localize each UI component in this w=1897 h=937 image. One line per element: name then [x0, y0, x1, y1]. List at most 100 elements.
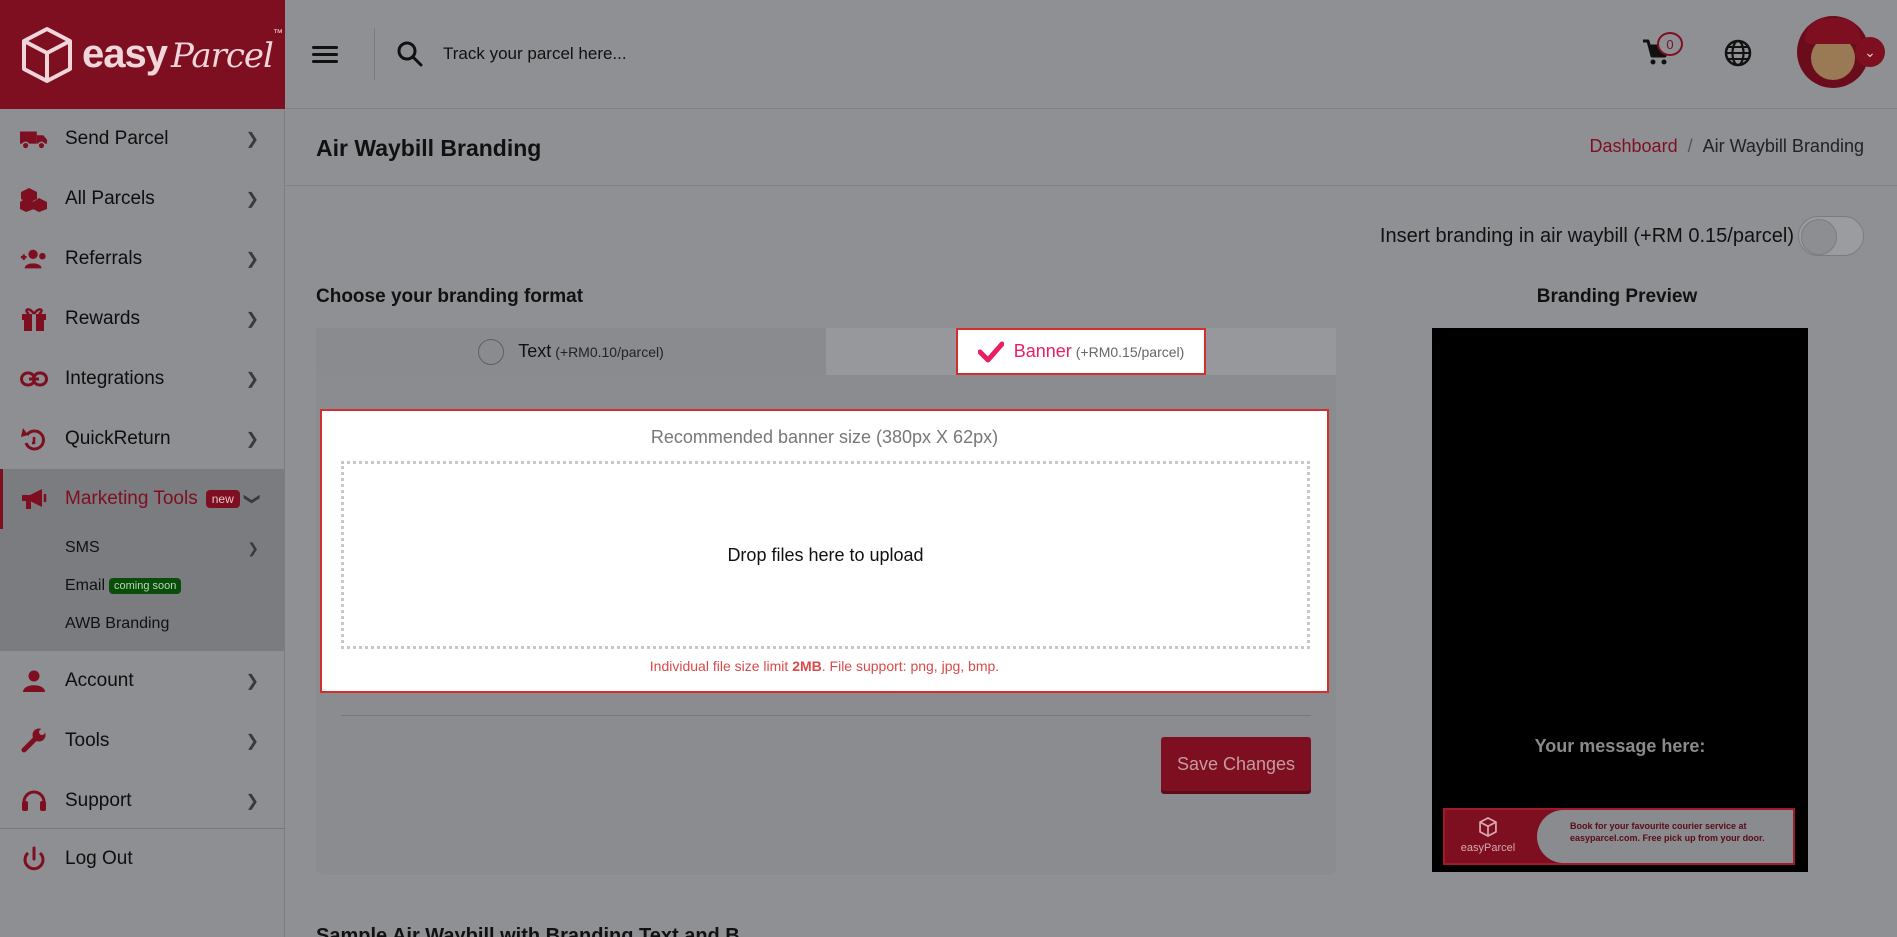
preview-sample-banner: easyParcel Book for your favourite couri… — [1443, 808, 1795, 865]
logout-button[interactable]: Log Out — [0, 829, 285, 889]
sidebar-subitem-label: AWB Branding — [65, 615, 170, 632]
chevron-right-icon: ❯ — [245, 251, 259, 268]
new-badge: new — [205, 490, 240, 508]
tab-banner-option[interactable]: Banner (+RM0.15/parcel) — [956, 328, 1206, 375]
boxes-icon — [20, 185, 48, 213]
cube-logo-icon — [1479, 817, 1497, 837]
preview-message: Your message here: — [1534, 736, 1706, 756]
chevron-down-icon: ❯ — [243, 492, 261, 506]
branding-toggle-label: Insert branding in air waybill (+RM 0.15… — [1379, 224, 1794, 247]
wrench-icon — [20, 727, 48, 755]
branding-preview: Your message here: easyParcel Book for y… — [1432, 328, 1808, 872]
tab-text-label: Text — [518, 341, 552, 361]
sidebar-item-marketing-tools[interactable]: Marketing Tools new ❯ — [0, 469, 284, 529]
headset-icon — [20, 787, 48, 815]
chevron-right-icon: ❯ — [245, 733, 259, 750]
megaphone-icon — [20, 485, 48, 513]
tab-banner-label: Banner — [1013, 341, 1072, 361]
sidebar-item-label: Referrals — [65, 248, 143, 269]
dropzone-text: Drop files here to upload — [727, 544, 924, 565]
truck-icon — [20, 125, 48, 153]
chevron-down-icon[interactable]: ⌄ — [1855, 37, 1885, 67]
return-icon — [20, 425, 48, 453]
tab-text-option[interactable]: Text (+RM0.10/parcel) — [316, 328, 826, 375]
chevron-right-icon: ❯ — [245, 311, 259, 328]
brand-tm: ™ — [272, 28, 283, 39]
logout-section: Log Out — [0, 828, 285, 889]
sidebar-item-label: Send Parcel — [65, 128, 169, 149]
sidebar-item-rewards[interactable]: Rewards ❯ — [0, 289, 284, 349]
person-icon — [20, 667, 48, 695]
sidebar-item-label: QuickReturn — [65, 428, 171, 449]
sidebar-item-label: Tools — [65, 730, 110, 751]
sidebar-item-label: All Parcels — [65, 188, 155, 209]
chevron-right-icon: ❯ — [247, 539, 259, 556]
logout-label: Log Out — [65, 848, 133, 869]
preview-heading: Branding Preview — [1536, 286, 1698, 307]
sidebar-item-label: Account — [65, 670, 134, 691]
topbar-divider — [374, 28, 375, 80]
sidebar-item-label: Marketing Tools — [65, 488, 198, 509]
chevron-right-icon: ❯ — [245, 793, 259, 810]
file-dropzone[interactable]: Drop files here to upload — [341, 461, 1310, 649]
sample-section-heading: Sample Air Waybill with Branding Text an… — [316, 925, 740, 937]
sidebar-item-account[interactable]: Account ❯ — [0, 651, 284, 711]
brand-name: easy Parcel — [82, 32, 274, 76]
chevron-right-icon: ❯ — [245, 673, 259, 690]
brand-logo[interactable]: easy Parcel ™ — [0, 0, 285, 109]
sidebar-nav-secondary: Account ❯ Tools ❯ Support ❯ — [0, 651, 284, 831]
preview-banner-text: Book for your favourite courier service … — [1570, 821, 1765, 843]
chevron-right-icon: ❯ — [245, 431, 259, 448]
sidebar-item-support[interactable]: Support ❯ — [0, 771, 284, 831]
preview-banner-logo: easyParcel — [1453, 815, 1523, 859]
gift-icon — [20, 305, 48, 333]
track-parcel-input[interactable] — [443, 44, 843, 64]
text-radio[interactable] — [478, 338, 505, 365]
coming-soon-badge: coming soon — [109, 578, 182, 594]
page-title: Air Waybill Branding — [316, 135, 542, 161]
users-plus-icon — [20, 245, 48, 273]
sidebar-item-label: Integrations — [65, 368, 165, 389]
choose-format-heading: Choose your branding format — [316, 286, 584, 307]
checkmark-icon — [977, 341, 1004, 362]
cube-logo-icon — [22, 26, 72, 83]
power-icon — [20, 845, 48, 873]
sidebar-subitem-label: SMS — [65, 539, 100, 556]
sidebar-subitem-email[interactable]: Email coming soon — [0, 567, 284, 605]
save-changes-button[interactable]: Save Changes — [1161, 737, 1311, 791]
link-icon — [20, 365, 48, 393]
recommended-size-text: Recommended banner size (380px X 62px) — [650, 427, 999, 447]
sidebar-subitem-sms[interactable]: SMS ❯ — [0, 529, 284, 567]
menu-toggle-icon[interactable] — [312, 42, 338, 67]
sidebar-item-send-parcel[interactable]: Send Parcel ❯ — [0, 109, 284, 169]
chevron-right-icon: ❯ — [245, 371, 259, 388]
tab-text-price: (+RM0.10/parcel) — [555, 343, 664, 360]
globe-icon[interactable] — [1724, 39, 1752, 67]
sidebar-subitem-awb-branding[interactable]: AWB Branding — [0, 605, 284, 643]
breadcrumb-current: Air Waybill Branding — [1702, 136, 1864, 156]
tab-banner-price: (+RM0.15/parcel) — [1075, 343, 1185, 360]
chevron-right-icon: ❯ — [245, 191, 259, 208]
chevron-right-icon: ❯ — [245, 131, 259, 148]
search-icon — [397, 41, 423, 67]
sidebar-item-all-parcels[interactable]: All Parcels ❯ — [0, 169, 284, 229]
form-divider — [341, 715, 1311, 716]
branding-toggle-switch[interactable] — [1798, 216, 1864, 256]
marketing-submenu: SMS ❯ Email coming soon AWB Branding — [0, 529, 284, 651]
breadcrumb-dashboard-link[interactable]: Dashboard — [1590, 136, 1678, 156]
sidebar-subitem-label: Email — [65, 577, 106, 594]
branding-toggle-row: Insert branding in air waybill (+RM 0.15… — [1380, 216, 1864, 256]
sidebar-nav: Send Parcel ❯ All Parcels ❯ Referrals ❯ … — [0, 109, 284, 529]
banner-upload-panel: Recommended banner size (380px X 62px) D… — [320, 409, 1329, 693]
sidebar-item-tools[interactable]: Tools ❯ — [0, 711, 284, 771]
breadcrumb-separator: / — [1687, 136, 1693, 156]
sidebar: easy Parcel ™ Send Parcel ❯ All Parcels ❯… — [0, 0, 285, 937]
breadcrumb: Dashboard / Air Waybill Branding — [1590, 136, 1864, 157]
page-header: Air Waybill Branding Dashboard / Air Waybi… — [286, 110, 1897, 186]
sidebar-item-integrations[interactable]: Integrations ❯ — [0, 349, 284, 409]
sidebar-item-referrals[interactable]: Referrals ❯ — [0, 229, 284, 289]
sidebar-item-quickreturn[interactable]: QuickReturn ❯ — [0, 409, 284, 469]
sidebar-item-label: Rewards — [65, 308, 140, 329]
cart-count-badge: 0 — [1657, 32, 1683, 56]
sidebar-item-label: Support — [65, 790, 132, 811]
